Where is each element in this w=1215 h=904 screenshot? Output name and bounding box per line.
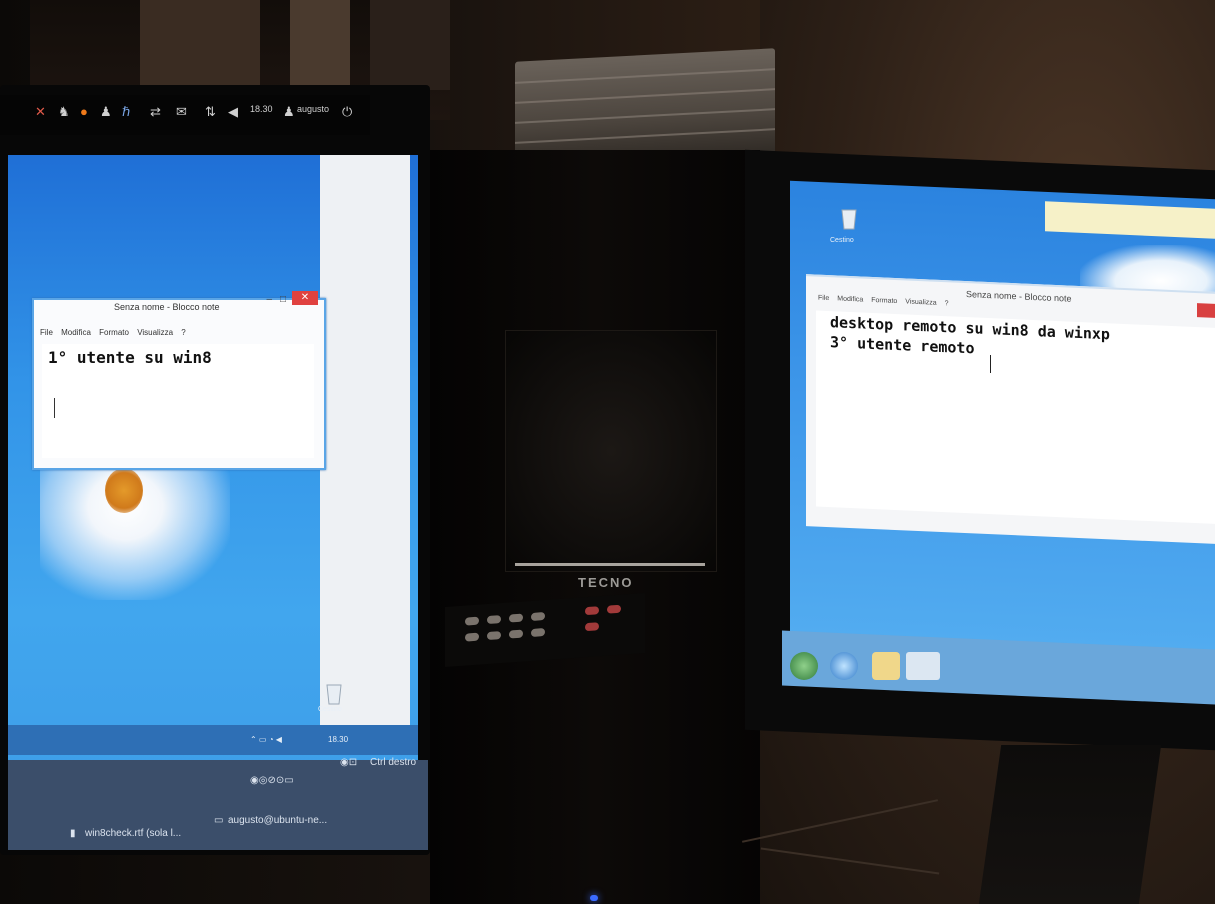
taskbar-item-terminal[interactable]: augusto@ubuntu-ne...	[228, 815, 327, 826]
notepad-menubar: File Modifica Formato Visualizza ?	[818, 295, 955, 308]
recycle-bin-icon[interactable]	[838, 205, 860, 231]
text-caret	[990, 355, 991, 373]
menu-help[interactable]: ?	[181, 328, 185, 337]
app-icon[interactable]: ✕	[35, 104, 46, 120]
recycle-bin-label: Cestino	[830, 237, 854, 244]
notepad-text-area[interactable]: 1° utente su win8	[42, 344, 314, 458]
recycle-bin-icon[interactable]	[323, 680, 345, 706]
minimize-button[interactable]: –	[266, 294, 272, 305]
start-orb-icon[interactable]	[790, 652, 818, 680]
panel-clock[interactable]: 18.30	[250, 104, 273, 114]
menu-modifica[interactable]: Modifica	[61, 328, 91, 337]
user-icon: ♟	[283, 104, 295, 119]
tray-clock[interactable]: 18.30	[328, 735, 348, 744]
close-button[interactable]: ✕	[292, 291, 318, 305]
book	[370, 0, 450, 90]
file-explorer-icon[interactable]	[872, 652, 900, 680]
book	[140, 0, 260, 90]
notepad-title: Senza nome - Blocco note	[966, 289, 1072, 304]
mail-icon[interactable]: ✉	[176, 104, 187, 120]
hp-icon[interactable]: ℏ	[122, 104, 130, 120]
notepad-line-2: 3° utente remoto	[830, 333, 975, 358]
menu-modifica[interactable]: Modifica	[837, 295, 863, 303]
remote-button	[487, 631, 501, 641]
remote-button	[465, 632, 479, 642]
transfer-icon[interactable]: ⇅	[205, 104, 216, 120]
taskbar-item-document[interactable]: win8check.rtf (sola l...	[85, 828, 181, 839]
panel-user[interactable]: augusto	[297, 104, 329, 114]
left-screen-margin	[320, 155, 410, 725]
taskbar-document-icon: ▮	[70, 828, 76, 839]
paper-edge	[515, 108, 775, 124]
menu-formato[interactable]: Formato	[99, 328, 129, 337]
notepad-taskbar-icon[interactable]	[906, 652, 940, 680]
paper-edge	[515, 68, 775, 84]
vm-key-icons: ◉⊡	[340, 757, 358, 768]
internet-explorer-icon[interactable]	[830, 652, 858, 680]
menu-file[interactable]: File	[818, 295, 829, 302]
text-caret	[54, 398, 55, 418]
menu-visualizza[interactable]: Visualizza	[137, 328, 173, 337]
remote-button	[607, 604, 621, 614]
tower-accent-strip	[515, 563, 705, 566]
app-icon[interactable]: ♞	[58, 104, 70, 120]
people-icon[interactable]: ♟	[100, 104, 112, 120]
photo-scene: TECNO ✕ ♞ ● ♟ ℏ ⇄ ✉ ⇅ ◀ 18.30 ♟ augusto …	[0, 0, 1215, 904]
right-monitor-stand	[978, 745, 1162, 904]
vm-status-icons[interactable]: ◉◎⊘⊙▭	[250, 775, 294, 786]
notepad-window-left[interactable]: Senza nome - Blocco note – □ ✕ File Modi…	[32, 291, 326, 470]
remote-button	[531, 628, 545, 637]
paper-edge	[515, 128, 775, 144]
remote-button	[487, 615, 501, 625]
menu-visualizza[interactable]: Visualizza	[905, 298, 936, 306]
remote-button	[465, 616, 479, 626]
tower-front-panel	[505, 330, 717, 572]
remote-button	[509, 629, 523, 639]
notepad-text: 1° utente su win8	[48, 348, 212, 367]
menu-file[interactable]: File	[40, 328, 53, 337]
windows-taskbar-left	[8, 725, 418, 755]
power-led	[590, 895, 598, 901]
wallpaper-daisy-center	[105, 468, 143, 513]
host-key-label: Ctrl destro	[370, 757, 417, 768]
remote-button	[585, 622, 599, 632]
tower-brand: TECNO	[578, 575, 634, 590]
remote-button	[509, 613, 523, 623]
maximize-button[interactable]: □	[280, 294, 286, 305]
firefox-icon[interactable]: ●	[80, 104, 88, 119]
close-button[interactable]	[1197, 303, 1215, 318]
power-icon[interactable]: ⏻	[342, 104, 352, 120]
notepad-window-right[interactable]: Senza nome - Blocco note File Modifica F…	[806, 274, 1215, 544]
menu-help[interactable]: ?	[945, 300, 949, 307]
volume-icon[interactable]: ◀	[228, 104, 238, 120]
paper-edge	[515, 88, 775, 104]
notepad-title: Senza nome - Blocco note	[114, 302, 220, 312]
book	[290, 0, 350, 90]
remote-button	[531, 612, 545, 621]
network-icon[interactable]: ⇄	[150, 104, 161, 120]
notepad-menubar: File Modifica Formato Visualizza ?	[40, 328, 192, 337]
notepad-text-area[interactable]: desktop remoto su win8 da winxp 3° utent…	[816, 310, 1215, 524]
system-tray[interactable]: ⌃ ▭ ◔ ◀	[250, 735, 282, 744]
remote-button	[585, 606, 599, 616]
menu-formato[interactable]: Formato	[871, 297, 897, 305]
taskbar-terminal-icon: ▭	[214, 815, 224, 826]
recycle-bin-label: Cestino	[318, 706, 342, 713]
